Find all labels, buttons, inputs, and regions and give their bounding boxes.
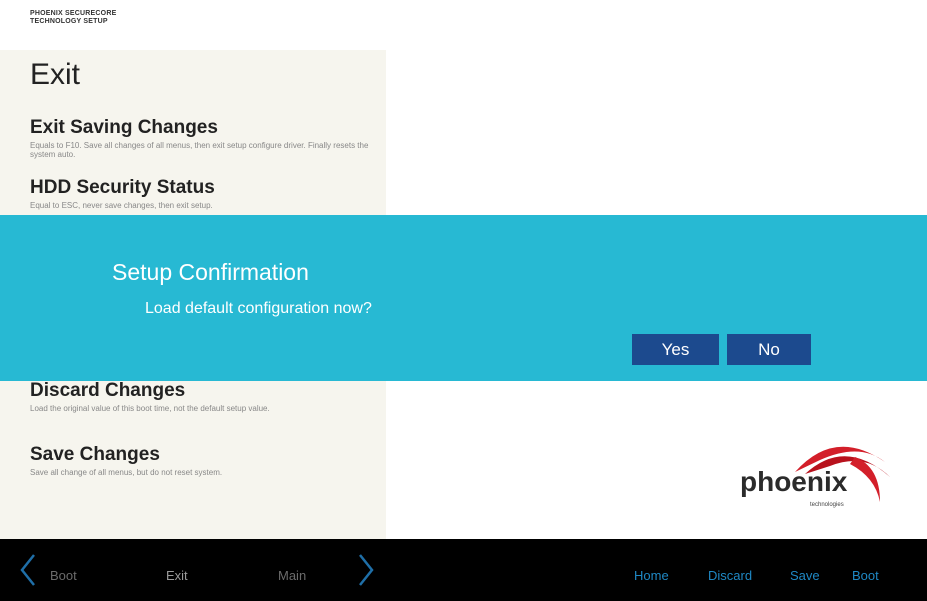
home-action[interactable]: Home — [634, 568, 669, 583]
brand-line-1: PHOENIX SECURECORE — [30, 10, 117, 17]
nav-item-main[interactable]: Main — [278, 568, 306, 583]
menu-item-desc: Load the original value of this boot tim… — [30, 404, 270, 413]
chevron-right-icon[interactable] — [356, 553, 376, 587]
menu-item-exit-saving-changes[interactable]: Exit Saving Changes Equals to F10. Save … — [30, 116, 370, 159]
menu-item-hdd-security-status[interactable]: HDD Security Status Equal to ESC, never … — [30, 176, 370, 210]
menu-item-desc: Save all change of all menus, but do not… — [30, 468, 223, 477]
menu-item-label: Exit Saving Changes — [30, 117, 218, 138]
bottom-navigation-bar: Boot Exit Main Home Discard Save Boot — [0, 539, 927, 601]
menu-item-label: Discard Changes — [30, 380, 186, 401]
dialog-message: Load default configuration now? — [145, 300, 372, 317]
discard-action[interactable]: Discard — [708, 568, 752, 583]
nav-item-boot[interactable]: Boot — [50, 568, 77, 583]
brand-logo: PHOENIX SECURECORE TECHNOLOGY SETUP — [30, 10, 116, 26]
page-title: Exit — [30, 58, 81, 91]
phoenix-logo: phoenix technologies — [735, 432, 895, 512]
menu-item-label: Save Changes — [30, 444, 160, 465]
menu-item-desc: Equal to ESC, never save changes, then e… — [30, 201, 213, 210]
brand-line-2: TECHNOLOGY SETUP — [30, 18, 108, 25]
dialog-title: Setup Confirmation — [112, 259, 309, 285]
boot-action[interactable]: Boot — [852, 568, 879, 583]
logo-subtext: technologies — [810, 502, 844, 508]
no-button[interactable]: No — [727, 334, 811, 365]
chevron-left-icon[interactable] — [18, 553, 38, 587]
menu-item-desc: Equals to F10. Save all changes of all m… — [30, 141, 369, 159]
menu-item-discard-changes[interactable]: Discard Changes Load the original value … — [30, 379, 370, 413]
save-action[interactable]: Save — [790, 568, 820, 583]
nav-item-exit[interactable]: Exit — [166, 568, 188, 583]
yes-button[interactable]: Yes — [632, 334, 719, 365]
menu-item-save-changes[interactable]: Save Changes Save all change of all menu… — [30, 443, 370, 477]
menu-item-label: HDD Security Status — [30, 177, 215, 198]
logo-text: phoenix — [740, 466, 848, 497]
setup-confirmation-dialog: Setup Confirmation Load default configur… — [0, 215, 927, 381]
